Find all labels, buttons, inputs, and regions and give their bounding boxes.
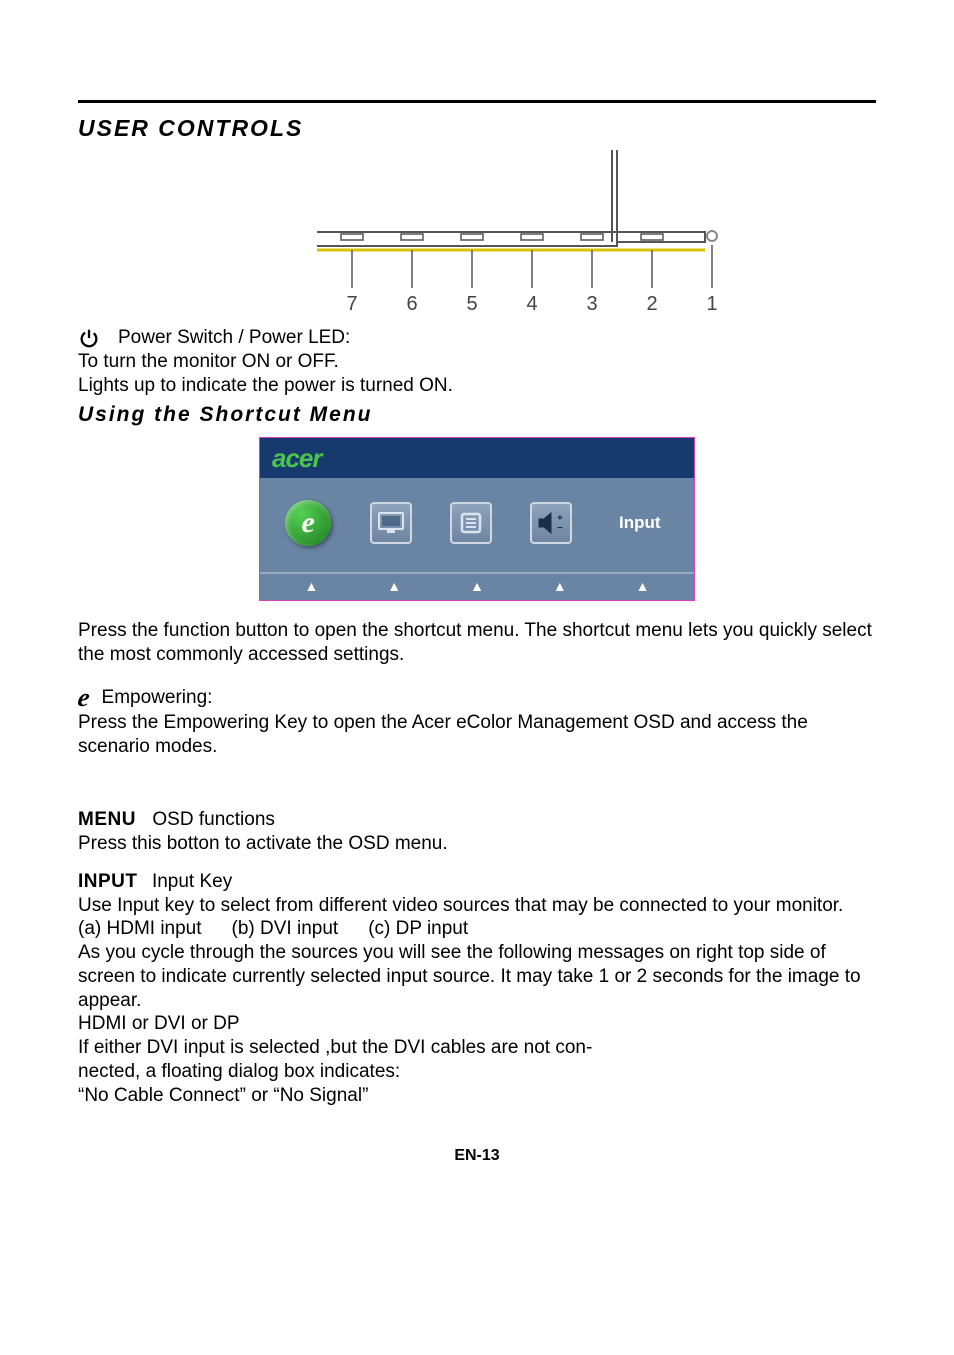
input-opt-c: (c) DP input bbox=[368, 917, 468, 941]
empowering-icon: e bbox=[285, 500, 331, 546]
svg-text:5: 5 bbox=[466, 293, 477, 315]
input-opt-b: (b) DVI input bbox=[232, 917, 339, 941]
svg-text:7: 7 bbox=[346, 293, 357, 315]
osd-box: acer e +− Input ▲ ▲ ▲ ▲ ▲ bbox=[259, 437, 695, 601]
shortcut-heading: Using the Shortcut Menu bbox=[78, 403, 876, 427]
input-opt-a: (a) HDMI input bbox=[78, 917, 202, 941]
arrow-up-icon: ▲ bbox=[387, 578, 401, 594]
power-line2: Lights up to indicate the power is turne… bbox=[78, 374, 876, 398]
input-line2: As you cycle through the sources you wil… bbox=[78, 941, 876, 1012]
empowering-body: Press the Empowering Key to open the Ace… bbox=[78, 711, 876, 759]
top-rule bbox=[78, 100, 876, 103]
input-section: INPUT Input Key Use Input key to select … bbox=[78, 870, 876, 1108]
osd-icon-row: e +− Input bbox=[260, 478, 694, 572]
monitor-buttons-diagram: 7 6 5 4 3 2 1 bbox=[78, 150, 876, 320]
svg-text:−: − bbox=[557, 523, 563, 534]
input-line4: If either DVI input is selected ,but the… bbox=[78, 1036, 876, 1060]
menu-tag: MENU bbox=[78, 809, 136, 830]
acer-logo: acer bbox=[272, 443, 322, 474]
power-title: Power Switch / Power LED: bbox=[118, 326, 350, 350]
screen-icon bbox=[370, 502, 412, 544]
osdfunc-section: MENU OSD functions Press this botton to … bbox=[78, 808, 876, 856]
input-line3: HDMI or DVI or DP bbox=[78, 1012, 876, 1036]
power-line1: To turn the monitor ON or OFF. bbox=[78, 350, 876, 374]
arrow-up-icon: ▲ bbox=[553, 578, 567, 594]
input-line6: “No Cable Connect” or “No Signal” bbox=[78, 1084, 876, 1108]
empowering-e-icon: e bbox=[76, 685, 91, 711]
arrow-up-icon: ▲ bbox=[636, 578, 650, 594]
osdfunc-body: Press this botton to activate the OSD me… bbox=[78, 832, 876, 856]
svg-text:2: 2 bbox=[646, 293, 657, 315]
empowering-section: e Empowering: Press the Empowering Key t… bbox=[78, 685, 876, 759]
input-title: Input Key bbox=[152, 871, 232, 892]
power-icon bbox=[78, 327, 100, 349]
osd-header: acer bbox=[260, 438, 694, 478]
input-line1: Use Input key to select from different v… bbox=[78, 894, 876, 918]
input-icon: Input bbox=[611, 500, 669, 546]
arrow-up-icon: ▲ bbox=[304, 578, 318, 594]
svg-text:6: 6 bbox=[406, 293, 417, 315]
empowering-title: Empowering: bbox=[102, 686, 213, 710]
svg-text:4: 4 bbox=[526, 293, 537, 315]
input-options: (a) HDMI input (b) DVI input (c) DP inpu… bbox=[78, 917, 876, 941]
input-line5: nected, a floating dialog box indicates: bbox=[78, 1060, 876, 1084]
section-title: USER CONTROLS bbox=[78, 115, 876, 142]
page-container: USER CONTROLS bbox=[0, 0, 954, 1225]
input-tag: INPUT bbox=[78, 871, 138, 892]
svg-text:3: 3 bbox=[586, 293, 597, 315]
osd-arrow-row: ▲ ▲ ▲ ▲ ▲ bbox=[260, 572, 694, 600]
osd-figure: acer e +− Input ▲ ▲ ▲ ▲ ▲ bbox=[78, 437, 876, 601]
shortcut-intro: Press the function button to open the sh… bbox=[78, 619, 876, 667]
svg-text:1: 1 bbox=[706, 293, 717, 315]
arrow-up-icon: ▲ bbox=[470, 578, 484, 594]
osdfunc-title: OSD functions bbox=[152, 809, 275, 830]
volume-icon: +− bbox=[530, 502, 572, 544]
page-footer: EN-13 bbox=[78, 1147, 876, 1165]
power-switch-row: Power Switch / Power LED: bbox=[78, 326, 876, 350]
menu-icon bbox=[450, 502, 492, 544]
